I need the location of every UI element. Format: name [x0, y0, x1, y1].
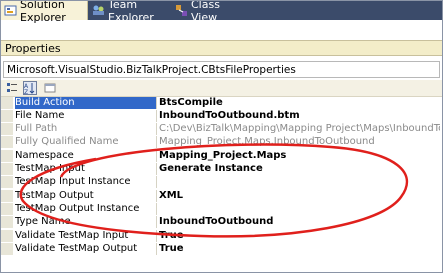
row-gutter: [1, 150, 13, 162]
properties-title: Properties: [5, 41, 61, 55]
alphabetical-icon[interactable]: AZ: [23, 81, 37, 96]
class-view-icon: [175, 4, 188, 17]
tab-solution-explorer[interactable]: Solution Explorer: [1, 1, 88, 24]
row-gutter: [1, 136, 13, 148]
property-name: Validate TestMap Output: [15, 243, 157, 255]
tool-window-tabstrip: Solution Explorer Team Explorer Class Vi…: [1, 1, 442, 24]
property-name: TestMap Output: [15, 190, 157, 202]
solution-explorer-icon: [4, 4, 17, 17]
property-value[interactable]: XML: [159, 190, 440, 202]
property-row-validate-testmap-input[interactable]: Validate TestMap Input True: [1, 230, 442, 242]
property-value[interactable]: Mapping_Project.Maps: [159, 150, 440, 162]
property-value: C:\Dev\BizTalk\Mapping\Mapping Project\M…: [159, 123, 440, 134]
object-selector-value: Microsoft.VisualStudio.BizTalkProject.CB…: [7, 63, 296, 76]
row-gutter: [1, 163, 13, 175]
property-name: Namespace: [15, 150, 157, 162]
property-value[interactable]: [159, 176, 440, 188]
row-gutter: [1, 123, 13, 135]
row-gutter: [1, 190, 13, 202]
tab-label: Class View: [191, 0, 220, 24]
row-gutter: [1, 176, 13, 188]
property-value[interactable]: InboundToOutbound: [159, 216, 440, 228]
property-value[interactable]: Generate Instance: [159, 163, 440, 175]
property-value[interactable]: InboundToOutbound.btm: [159, 110, 440, 122]
property-value[interactable]: BtsCompile: [159, 97, 440, 109]
property-value[interactable]: [159, 203, 440, 215]
tab-class-view[interactable]: Class View: [171, 1, 241, 24]
property-row-testmap-input-instance[interactable]: TestMap Input Instance: [1, 176, 442, 188]
row-gutter: [1, 97, 13, 109]
property-name: TestMap Output Instance: [15, 203, 157, 215]
categorized-icon[interactable]: [5, 81, 19, 95]
property-name: TestMap Input: [15, 163, 157, 175]
svg-text:Z: Z: [24, 89, 28, 94]
row-gutter: [1, 243, 13, 255]
tab-label: Solution Explorer: [20, 0, 66, 24]
property-name: Build Action: [15, 97, 157, 109]
property-row-namespace[interactable]: Namespace Mapping_Project.Maps: [1, 150, 442, 162]
property-name: TestMap Input Instance: [15, 176, 157, 188]
object-selector[interactable]: Microsoft.VisualStudio.BizTalkProject.CB…: [3, 61, 440, 78]
property-row-fully-qualified-name[interactable]: Fully Qualified Name Mapping_Project.Map…: [1, 136, 442, 148]
property-name: Type Name: [15, 216, 157, 228]
property-value[interactable]: True: [159, 230, 440, 242]
property-name: Fully Qualified Name: [15, 136, 157, 148]
property-name: Validate TestMap Input: [15, 230, 157, 242]
property-row-testmap-output[interactable]: TestMap Output XML: [1, 190, 442, 202]
property-row-build-action[interactable]: Build Action BtsCompile: [1, 97, 442, 109]
team-explorer-icon: [92, 4, 105, 17]
properties-toolbar: AZ: [1, 80, 442, 97]
property-value[interactable]: True: [159, 243, 440, 255]
row-gutter: [1, 230, 13, 242]
properties-window: Solution Explorer Team Explorer Class Vi…: [0, 0, 443, 273]
property-row-file-name[interactable]: File Name InboundToOutbound.btm: [1, 110, 442, 122]
row-gutter: [1, 110, 13, 122]
tab-label: Team Explorer: [108, 0, 154, 24]
row-gutter: [1, 216, 13, 228]
property-row-type-name[interactable]: Type Name InboundToOutbound: [1, 216, 442, 228]
tab-team-explorer[interactable]: Team Explorer: [88, 1, 173, 24]
property-row-testmap-output-instance[interactable]: TestMap Output Instance: [1, 203, 442, 215]
row-gutter: [1, 203, 13, 215]
property-name: File Name: [15, 110, 157, 122]
property-value: Mapping_Project.Maps.InboundToOutbound: [159, 136, 375, 147]
property-row-testmap-input[interactable]: TestMap Input Generate Instance: [1, 163, 442, 175]
property-name: Full Path: [15, 123, 157, 135]
property-pages-icon[interactable]: [43, 81, 57, 95]
property-row-full-path[interactable]: Full Path C:\Dev\BizTalk\Mapping\Mapping…: [1, 123, 442, 135]
property-row-validate-testmap-output[interactable]: Validate TestMap Output True: [1, 243, 442, 255]
properties-title-bar: Properties: [1, 40, 442, 56]
